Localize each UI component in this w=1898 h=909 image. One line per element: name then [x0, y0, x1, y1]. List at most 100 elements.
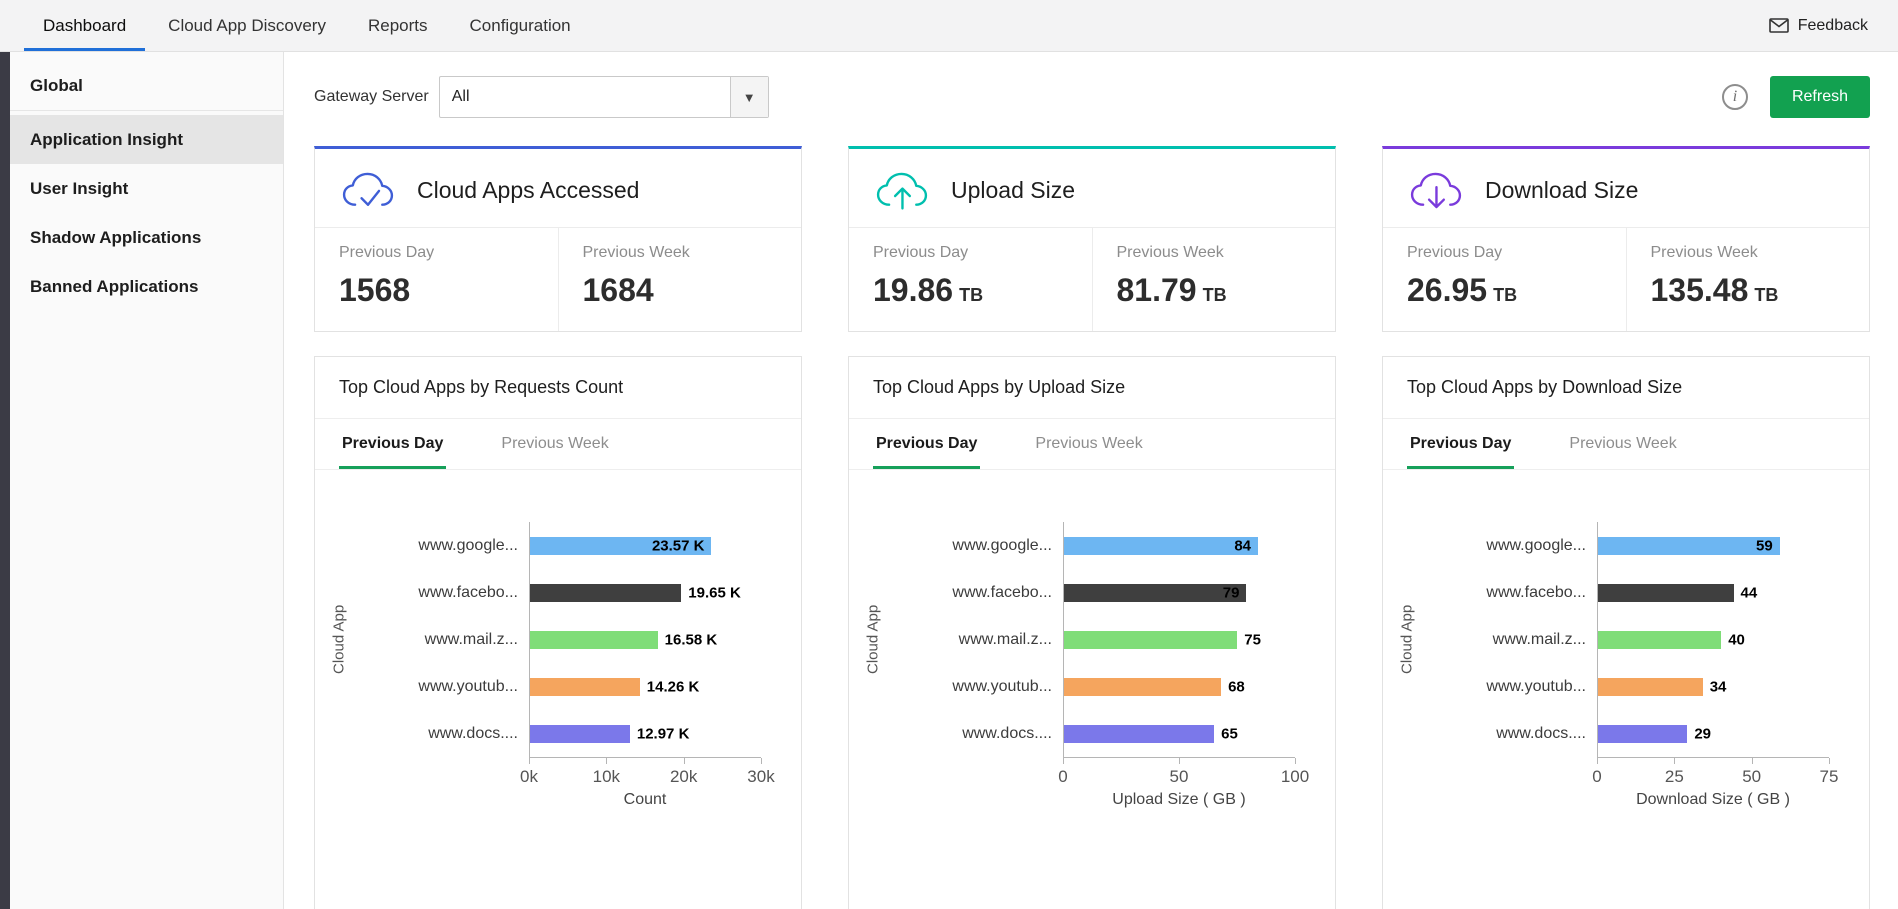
stat-card-body: Previous Day 19.86TB Previous Week 81.79… — [849, 228, 1335, 331]
sidebar-collapse-strip[interactable] — [0, 52, 10, 909]
sidebar-item-banned-applications[interactable]: Banned Applications — [10, 262, 283, 311]
nav-item-configuration[interactable]: Configuration — [449, 0, 592, 51]
bar — [1064, 631, 1237, 649]
stat-number: 81.79 — [1117, 272, 1197, 308]
chart-tabs: Previous Day Previous Week — [315, 419, 801, 470]
x-tick-mark — [761, 758, 762, 764]
stat-unit: TB — [1754, 285, 1778, 305]
x-tick-label: 50 — [1170, 767, 1189, 787]
tab-previous-week[interactable]: Previous Week — [1032, 419, 1145, 469]
stat-unit: TB — [1203, 285, 1227, 305]
stat-unit: TB — [1493, 285, 1517, 305]
previous-day-stat: Previous Day 1568 — [315, 228, 558, 331]
bar-track: 44 — [1597, 569, 1829, 616]
bar-value: 68 — [1228, 678, 1245, 695]
stat-card-upload-size: Upload Size Previous Day 19.86TB Previou… — [848, 146, 1336, 332]
chart-card-requests-count: Top Cloud Apps by Requests Count Previou… — [314, 356, 802, 909]
category-label: www.docs.... — [885, 725, 1063, 743]
x-tick-label: 50 — [1742, 767, 1761, 787]
chart-row: www.facebo...79 — [885, 569, 1295, 616]
bar — [1064, 584, 1246, 602]
stat-card-download-size: Download Size Previous Day 26.95TB Previ… — [1382, 146, 1870, 332]
chart-row: www.mail.z... 40 — [1419, 616, 1829, 663]
stat-card-header: Cloud Apps Accessed — [315, 149, 801, 228]
previous-week-stat: Previous Week 135.48TB — [1626, 228, 1870, 331]
stat-card-body: Previous Day 26.95TB Previous Week 135.4… — [1383, 228, 1869, 331]
tab-previous-day[interactable]: Previous Day — [339, 419, 446, 469]
stat-card-header: Download Size — [1383, 149, 1869, 228]
chart-tabs: Previous Day Previous Week — [1383, 419, 1869, 470]
category-label: www.mail.z... — [885, 631, 1063, 649]
bar-value: 23.57 K — [652, 537, 705, 554]
stat-unit: TB — [959, 285, 983, 305]
previous-week-value: 1684 — [583, 272, 778, 309]
bar-track: 65 — [1063, 710, 1295, 757]
tab-previous-week[interactable]: Previous Week — [498, 419, 611, 469]
cloud-upload-icon — [873, 167, 931, 213]
x-tick-mark — [1829, 758, 1830, 764]
bar-value: 19.65 K — [688, 584, 741, 601]
stat-number: 1684 — [583, 272, 654, 308]
sidebar-item-user-insight[interactable]: User Insight — [10, 164, 283, 213]
gateway-server-select[interactable]: All ▼ — [439, 76, 769, 118]
chevron-down-icon[interactable]: ▼ — [730, 77, 768, 117]
chart-row: www.google...84 — [885, 522, 1295, 569]
x-tick-label: 20k — [670, 767, 697, 787]
chart-rows: www.google...84www.facebo...79www.mail.z… — [885, 522, 1295, 757]
sidebar-item-shadow-applications[interactable]: Shadow Applications — [10, 213, 283, 262]
chart-row: www.docs....65 — [885, 710, 1295, 757]
x-tick-mark — [606, 758, 607, 764]
previous-day-stat: Previous Day 26.95TB — [1383, 228, 1626, 331]
tab-previous-week[interactable]: Previous Week — [1566, 419, 1679, 469]
info-icon[interactable]: i — [1722, 84, 1748, 110]
cloud-check-icon — [339, 167, 397, 213]
tab-previous-day[interactable]: Previous Day — [1407, 419, 1514, 469]
chart-row: www.docs....12.97 K — [351, 710, 761, 757]
y-axis-label: Cloud App — [327, 522, 351, 757]
bar-chart: Cloud App www.google...23.57 Kwww.facebo… — [315, 470, 801, 809]
envelope-icon — [1769, 18, 1789, 33]
stat-card-title: Cloud Apps Accessed — [417, 177, 639, 204]
chart-title: Top Cloud Apps by Requests Count — [315, 357, 801, 419]
category-label: www.youtub... — [351, 678, 529, 696]
chart-plot: www.google...84www.facebo...79www.mail.z… — [885, 522, 1295, 809]
chart-tabs: Previous Day Previous Week — [849, 419, 1335, 470]
previous-week-label: Previous Week — [583, 244, 778, 262]
x-tick-mark — [1063, 758, 1064, 764]
chart-row: www.google...23.57 K — [351, 522, 761, 569]
previous-week-label: Previous Week — [1117, 244, 1312, 262]
x-tick-mark — [684, 758, 685, 764]
previous-week-label: Previous Week — [1651, 244, 1846, 262]
bar — [530, 631, 658, 649]
stat-number: 19.86 — [873, 272, 953, 308]
category-label: www.mail.z... — [1419, 631, 1597, 649]
bar — [1598, 725, 1687, 743]
x-axis: 050100 — [1063, 757, 1295, 791]
x-tick-label: 30k — [747, 767, 774, 787]
previous-day-stat: Previous Day 19.86TB — [849, 228, 1092, 331]
stat-number: 26.95 — [1407, 272, 1487, 308]
previous-week-stat: Previous Week 81.79 TB — [1092, 228, 1336, 331]
nav-item-cloud-app-discovery[interactable]: Cloud App Discovery — [147, 0, 347, 51]
refresh-button[interactable]: Refresh — [1770, 76, 1870, 118]
sidebar-item-application-insight[interactable]: Application Insight — [10, 115, 283, 164]
bar-track: 14.26 K — [529, 663, 761, 710]
category-label: www.google... — [1419, 537, 1597, 555]
bar-value: 40 — [1728, 631, 1745, 648]
bar-value: 14.26 K — [647, 678, 700, 695]
chart-row: www.mail.z...75 — [885, 616, 1295, 663]
chart-row: www.facebo... 19.65 K — [351, 569, 761, 616]
tab-previous-day[interactable]: Previous Day — [873, 419, 980, 469]
x-tick-label: 0 — [1058, 767, 1067, 787]
feedback-button[interactable]: Feedback — [1769, 0, 1898, 51]
category-label: www.facebo... — [351, 584, 529, 602]
previous-week-value: 135.48TB — [1651, 272, 1846, 309]
previous-day-value: 19.86 TB — [873, 272, 1068, 309]
y-axis-label: Cloud App — [1395, 522, 1419, 757]
bar-value: 34 — [1710, 678, 1727, 695]
nav-item-reports[interactable]: Reports — [347, 0, 449, 51]
x-tick-label: 10k — [593, 767, 620, 787]
sidebar-item-global[interactable]: Global — [10, 62, 283, 111]
nav-item-dashboard[interactable]: Dashboard — [22, 0, 147, 51]
chart-title: Top Cloud Apps by Download Size — [1383, 357, 1869, 419]
